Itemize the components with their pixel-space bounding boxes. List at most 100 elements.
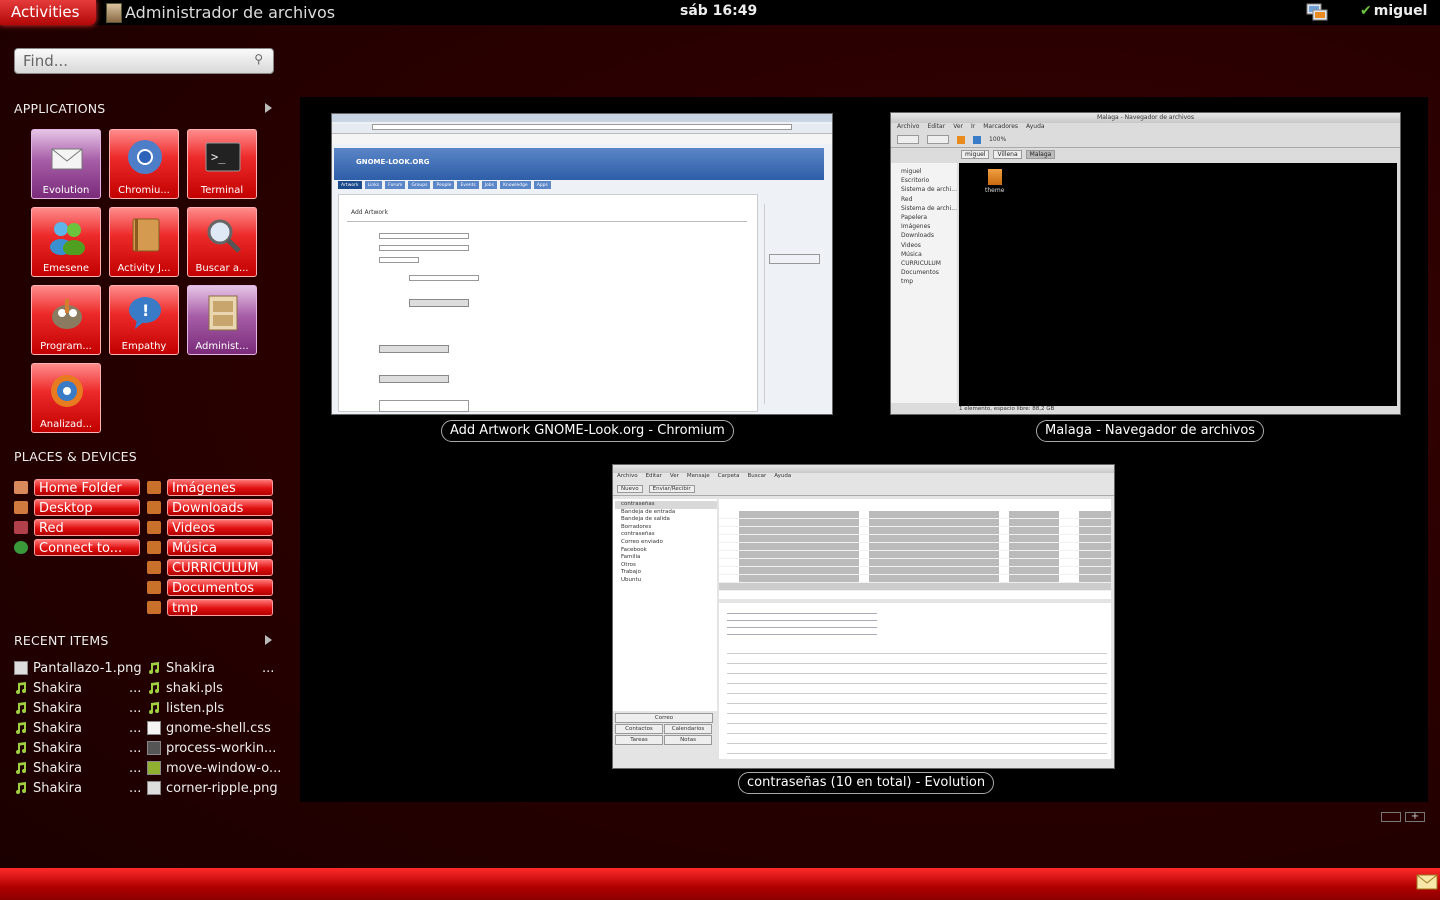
gnome-look-nav: Artwork Links Forum Groups People Events Jobs K… [338,181,551,190]
folder-item: Familia [621,554,641,561]
mail-notification-icon[interactable] [1416,872,1438,890]
window-thumbnail-nautilus[interactable]: Malaga - Navegador de archivos Archivo Ed… [890,112,1401,415]
message-row [719,551,1111,559]
recent-item[interactable]: Shakira [14,719,82,737]
recent-expand-arrow-icon[interactable] [265,635,272,645]
place-item[interactable]: Desktop [14,499,140,516]
message-row [719,535,1111,543]
recent-item[interactable]: Shakira [14,679,82,697]
recent-item-label: Shakira [33,680,82,696]
sidebar-place: Documentos [901,269,939,277]
place-label: Música [167,539,273,556]
truncation-ellipsis: ... [129,740,142,756]
place-item[interactable]: Red [14,519,140,536]
speech-bubble-icon: ! [125,293,165,333]
search-placeholder: Find... [23,52,69,70]
recent-item[interactable]: Shakira [147,659,215,677]
place-item[interactable]: CURRICULUM [147,559,273,576]
chromium-toolbar [332,124,832,134]
place-item[interactable]: tmp [147,599,273,616]
clock[interactable]: sáb 16:49 [680,3,757,19]
app-tile-1[interactable]: Evolution [31,129,101,199]
recent-item[interactable]: move-window-o... [147,759,281,777]
evolution-folder-tree: contraseñas Bandeja de entrada Bandeja de … [613,499,717,711]
available-check-icon: ✔ [1360,3,1372,19]
recent-item[interactable]: Shakira [14,759,82,777]
recent-item-label: Shakira [33,720,82,736]
search-input[interactable]: Find... ⚲ [14,48,274,74]
app-tile-7[interactable]: Program... [31,285,101,355]
app-tile-label: Program... [40,341,92,352]
people-icon [47,215,87,256]
gnome-look-tab: Knowledge [499,181,531,189]
message-row [719,527,1111,535]
user-name: miguel [1373,3,1428,19]
app-tile-9[interactable]: Administ... [187,285,257,355]
activities-button[interactable]: Activities [0,0,96,25]
add-workspace-button[interactable]: + [1405,812,1425,822]
file-cabinet-icon [106,2,122,23]
place-item[interactable]: Connect to... [14,539,140,556]
folder-item: contraseñas [615,501,717,509]
window-caption-chromium[interactable]: Add Artwork GNOME-Look.org - Chromium [441,420,734,442]
evolution-menubar: Archivo Editar Ver Mensaje Carpeta Buscar Ayud… [613,473,1114,482]
window-thumbnail-chromium[interactable]: GNOME-LOOK.ORG Artwork Links Forum Groups Pe… [331,113,833,415]
folder-icon [147,541,161,554]
window-thumbnail-evolution[interactable]: Archivo Editar Ver Mensaje Carpeta Buscar Ayud… [612,464,1115,769]
switcher-button: Correo [615,713,713,723]
toolbar-button: Nuevo [617,484,643,493]
place-item[interactable]: Documentos [147,579,273,596]
place-item[interactable]: Home Folder [14,479,140,496]
remove-workspace-button[interactable] [1381,812,1401,822]
recent-item[interactable]: corner-ripple.png [147,779,278,797]
user-menu[interactable]: ✔ miguel [1360,3,1427,19]
app-tile-4[interactable]: Emesene [31,207,101,277]
gnome-look-tab: Artwork [338,181,362,189]
truncation-ellipsis: ... [129,700,142,716]
recent-item-label: Pantallazo-1.png [33,660,142,676]
recent-item[interactable]: Shakira [14,739,82,757]
place-item[interactable]: Downloads [147,499,273,516]
recent-item[interactable]: process-workin... [147,739,276,757]
truncation-ellipsis: ... [129,720,142,736]
message-row [719,583,1111,591]
window-caption-nautilus[interactable]: Malaga - Navegador de archivos [1036,420,1265,442]
folder-item: Facebook [621,546,647,553]
recent-item[interactable]: listen.pls [147,699,224,717]
app-tile-label: Administ... [195,341,249,352]
recent-item[interactable]: Shakira [14,779,82,797]
place-item[interactable]: Imágenes [147,479,273,496]
message-row [719,543,1111,551]
gnome-look-tab: Links [364,181,383,189]
chromium-page-body: Add Artwork [338,194,758,412]
evolution-toolbar: Nuevo Enviar/Recibir [613,482,1114,496]
menu-item: Archivo [617,473,638,479]
image-file-icon [147,781,161,795]
window-caption-evolution[interactable]: contraseñas (10 en total) - Evolution [738,772,995,794]
app-tile-5[interactable]: Activity J... [109,207,179,277]
applications-expand-arrow-icon[interactable] [265,103,272,113]
place-label: Documentos [167,579,273,596]
workspace-overview: GNOME-LOOK.ORG Artwork Links Forum Groups Pe… [300,97,1428,802]
recent-item[interactable]: Shakira [14,699,82,717]
network-icon[interactable] [1306,3,1328,21]
path-button: Malaga [1025,150,1056,159]
app-tile-8[interactable]: ! Empathy [109,285,179,355]
file-cabinet-icon [203,293,243,333]
app-tile-2[interactable]: Chromiu... [109,129,179,199]
folder-item: Borradores [621,523,652,530]
recent-item[interactable]: Pantallazo-1.png [14,659,142,677]
app-tile-10[interactable]: Analizad... [31,363,101,433]
app-menu[interactable]: Administrador de archivos [106,0,335,25]
recent-item[interactable]: shaki.pls [147,679,223,697]
nautilus-sidebar: miguel Escritorio Sistema de archi... Red Si… [891,163,957,403]
nautilus-statusbar: 1 elemento, espacio libre: 88,2 GB [959,406,1055,412]
app-tile-6[interactable]: Buscar a... [187,207,257,277]
recent-item[interactable]: gnome-shell.css [147,719,271,737]
place-item[interactable]: Música [147,539,273,556]
recent-item-label: Shakira [33,760,82,776]
recent-item-label: process-workin... [166,740,277,756]
app-tile-3[interactable]: >_ Terminal [187,129,257,199]
place-item[interactable]: Videos [147,519,273,536]
place-label: Imágenes [167,479,273,496]
